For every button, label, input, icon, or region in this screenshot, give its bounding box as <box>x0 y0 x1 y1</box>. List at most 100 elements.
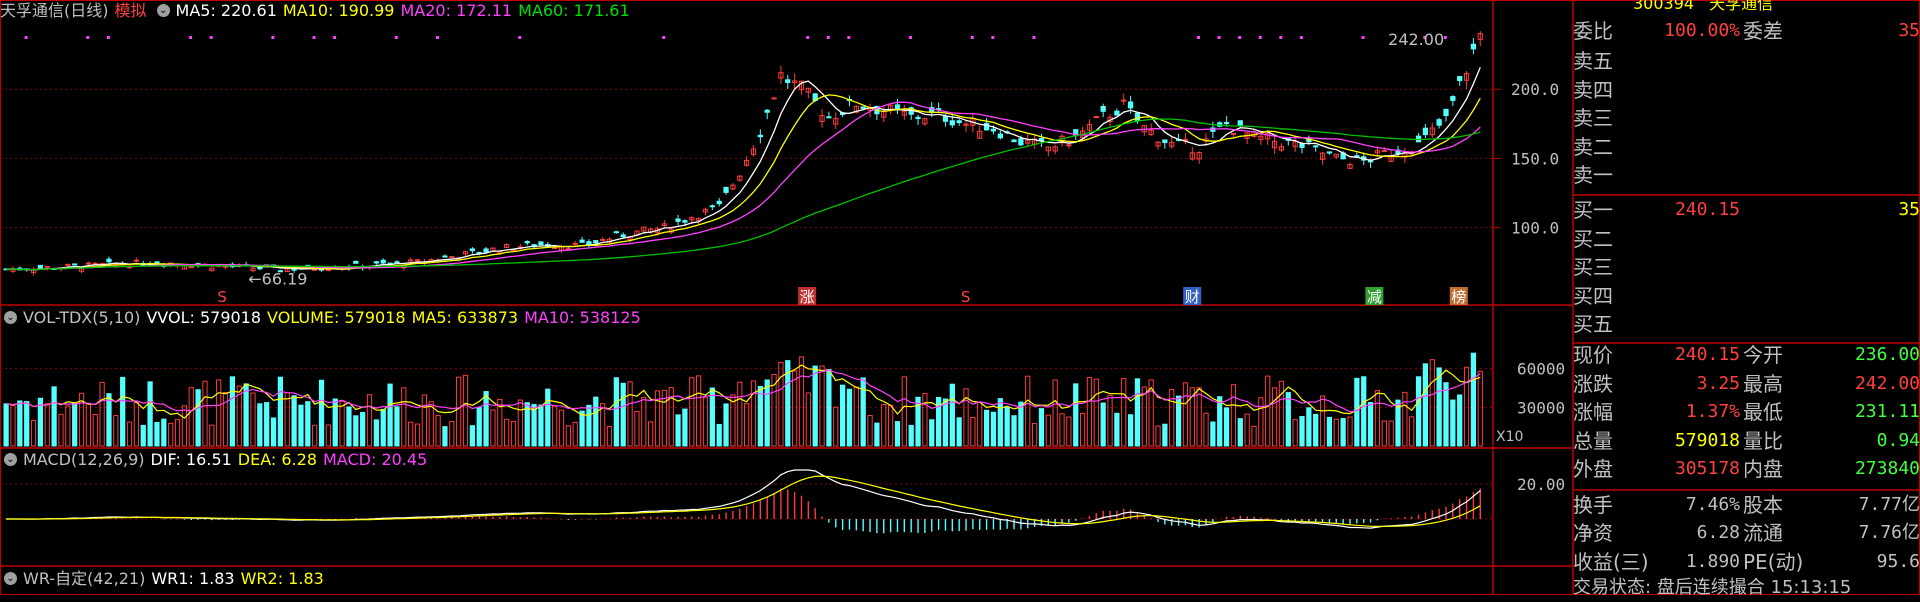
volume-bar <box>956 417 962 447</box>
volume-bar <box>483 391 489 447</box>
volume-bar <box>744 403 750 447</box>
volume-bar <box>120 376 126 447</box>
volume-bar <box>682 408 688 447</box>
volume-bar <box>1045 414 1051 447</box>
volume-bar <box>353 415 359 447</box>
candle-body <box>1470 43 1477 50</box>
volume-bar <box>1127 414 1134 447</box>
volume-label: VOLUME: 579018 <box>267 308 406 327</box>
chevron-down-icon[interactable]: ⌄ <box>4 311 17 324</box>
volume-bar <box>1079 412 1086 447</box>
signal-dot <box>189 36 193 39</box>
event-marker: 涨 <box>798 287 817 306</box>
candle-body <box>1443 108 1449 117</box>
price-tick-label: 100.0 <box>1511 219 1559 238</box>
volume-bar <box>373 419 380 447</box>
volume-bar <box>1319 395 1326 447</box>
ask-row: 卖二 <box>1573 133 1920 161</box>
volume-bar <box>791 370 798 447</box>
volume-bar <box>1292 419 1298 447</box>
macd-name[interactable]: MACD(12,26,9) <box>23 450 145 469</box>
row-label: 外盘 <box>1573 457 1613 481</box>
candle-body <box>72 263 78 266</box>
volume-bar <box>435 415 441 447</box>
vvol-label: VVOL: 579018 <box>146 308 262 327</box>
signal-dot <box>271 36 275 39</box>
candle-body <box>956 120 962 124</box>
volume-bar <box>901 376 907 447</box>
volume-bar <box>168 422 174 447</box>
volume-bar <box>1011 415 1017 447</box>
volume-bar <box>24 401 30 447</box>
candle-body <box>1121 99 1127 102</box>
volume-bar <box>545 388 551 447</box>
volume-bar <box>1134 378 1141 447</box>
candle-body <box>894 104 901 110</box>
row-label: 卖四 <box>1573 77 1613 102</box>
volume-header: ⌄ VOL-TDX(5,10) VVOL: 579018 VOLUME: 579018… <box>0 307 647 329</box>
candle-body <box>764 109 770 113</box>
volume-bar <box>126 421 133 447</box>
volume-bar <box>750 380 757 447</box>
volume-bar <box>421 394 427 447</box>
volume-bar <box>1333 418 1339 447</box>
volume-bar <box>305 401 311 447</box>
volume-bar <box>1203 412 1209 447</box>
row-label-2: 最高 <box>1743 371 1783 396</box>
volume-bar <box>1409 416 1415 447</box>
webi-label: 委比 <box>1573 19 1613 43</box>
candle-body <box>106 258 112 263</box>
mode-label[interactable]: 模拟 <box>115 1 147 20</box>
chevron-down-icon[interactable]: ⌄ <box>4 572 17 585</box>
volume-bar <box>17 400 23 447</box>
volume-bar <box>1004 406 1010 447</box>
candle-body <box>1223 122 1230 125</box>
volume-bar <box>360 411 366 447</box>
volume-bar <box>929 419 935 447</box>
volume-bar <box>613 377 619 447</box>
row-value: 240.15 <box>1674 199 1740 220</box>
ask-row: 卖四 <box>1573 76 1920 104</box>
wr2-label: WR2: 1.83 <box>240 569 324 588</box>
volume-bar <box>216 379 222 447</box>
volume-bar <box>1450 399 1456 447</box>
volume-bar <box>846 388 853 447</box>
volume-bar <box>805 392 811 447</box>
wr-name[interactable]: WR-自定(42,21) <box>23 569 145 588</box>
chevron-down-icon[interactable]: ⌄ <box>156 4 170 17</box>
vol-tick-label: 30000 <box>1517 398 1565 417</box>
volume-bar <box>394 406 400 447</box>
volume-bar <box>291 395 297 447</box>
vol-tick-label: 60000 <box>1517 360 1565 379</box>
volume-bar <box>538 404 544 447</box>
ma10-label: MA10: 190.99 <box>282 1 395 20</box>
volume-bar <box>1114 412 1120 447</box>
volume-bar <box>202 380 208 447</box>
bid-row: 买四 <box>1573 282 1920 310</box>
volume-bar <box>757 386 763 447</box>
volume-bar <box>1367 402 1374 447</box>
candle-body <box>942 115 949 122</box>
chevron-down-icon[interactable]: ⌄ <box>4 453 17 466</box>
trading-chart-window: S 涨 S 财 减 榜 200.0 150.0 100.0 242.00 ←66.19 60000 3… <box>0 0 1920 598</box>
macd-label: MACD: 20.45 <box>323 450 428 469</box>
signal-dot <box>209 36 213 39</box>
bid-row: 买一 240.15 35 <box>1573 196 1920 224</box>
candle-body <box>1018 138 1024 146</box>
event-marker: 财 <box>1183 287 1202 306</box>
marker-label: S <box>961 288 971 306</box>
candle-body <box>949 120 955 126</box>
signal-dot <box>333 36 337 39</box>
volume-bar <box>106 393 112 447</box>
volume-bar <box>1299 415 1305 447</box>
candle-body <box>572 242 578 245</box>
row-label: 买二 <box>1573 226 1613 251</box>
volume-bar <box>558 409 565 447</box>
row-value-2: 35 <box>1898 199 1920 220</box>
volume-bar <box>346 406 352 447</box>
marker-label: S <box>217 288 227 306</box>
vol-name[interactable]: VOL-TDX(5,10) <box>23 308 140 327</box>
volume-bar <box>798 356 805 447</box>
candle-body <box>593 240 599 244</box>
candle-body <box>675 218 681 222</box>
